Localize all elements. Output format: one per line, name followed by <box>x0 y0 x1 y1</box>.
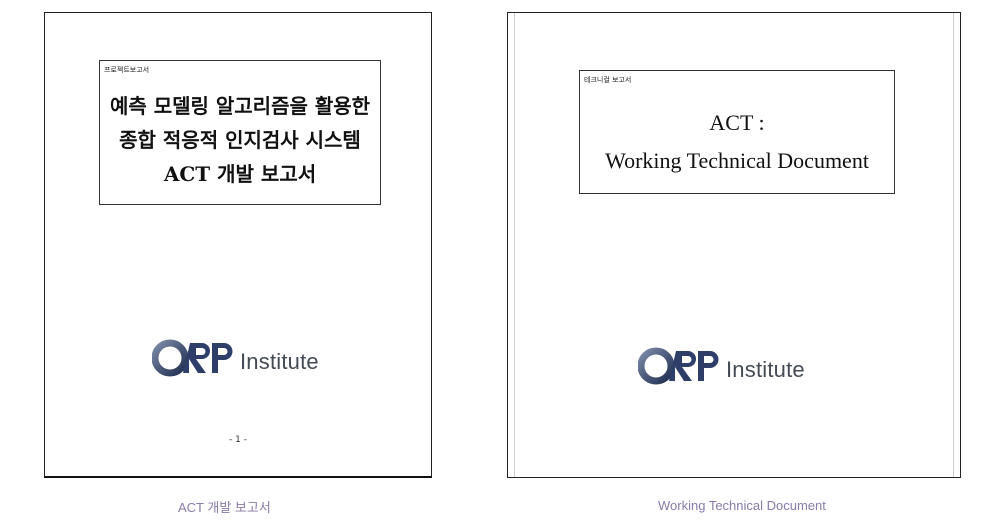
title-box: 테크니컬 보고서 ACT : Working Technical Documen… <box>579 70 895 194</box>
document-caption-link[interactable]: Working Technical Document <box>658 498 826 513</box>
document-caption-link[interactable]: ACT 개발 보고서 <box>178 497 271 516</box>
orp-logo-mark <box>152 339 233 377</box>
page-number: - 1 - <box>229 435 247 445</box>
title-line: Working Technical Document <box>605 148 869 173</box>
report-type-tag: 프로젝트보고서 <box>104 66 150 74</box>
title-line: ACT 개발 보고서 <box>163 162 317 186</box>
title-line: 종합 적응적 인지검사 시스템 <box>119 128 361 152</box>
title-line: 예측 모델링 알고리즘을 활용한 <box>109 94 371 118</box>
page-edge-line <box>953 13 954 477</box>
report-title: ACT : Working Technical Document <box>580 104 894 180</box>
logo-institute-text: Institute <box>240 349 319 374</box>
orp-institute-logo: Institute <box>638 346 805 386</box>
logo-institute-text: Institute <box>726 357 805 382</box>
report-title: 예측 모델링 알고리즘을 활용한 종합 적응적 인지검사 시스템 ACT 개발 … <box>100 89 380 191</box>
page-edge-line <box>514 13 515 477</box>
title-line: ACT : <box>709 110 765 135</box>
report-cover-page[interactable]: 프로젝트보고서 예측 모델링 알고리즘을 활용한 종합 적응적 인지검사 시스템… <box>44 12 432 478</box>
orp-institute-logo: Institute <box>152 338 319 378</box>
technical-document-cover-page[interactable]: 테크니컬 보고서 ACT : Working Technical Documen… <box>507 12 961 478</box>
orp-logo-mark <box>638 347 719 385</box>
report-type-tag: 테크니컬 보고서 <box>584 76 632 84</box>
title-box: 프로젝트보고서 예측 모델링 알고리즘을 활용한 종합 적응적 인지검사 시스템… <box>99 60 381 205</box>
